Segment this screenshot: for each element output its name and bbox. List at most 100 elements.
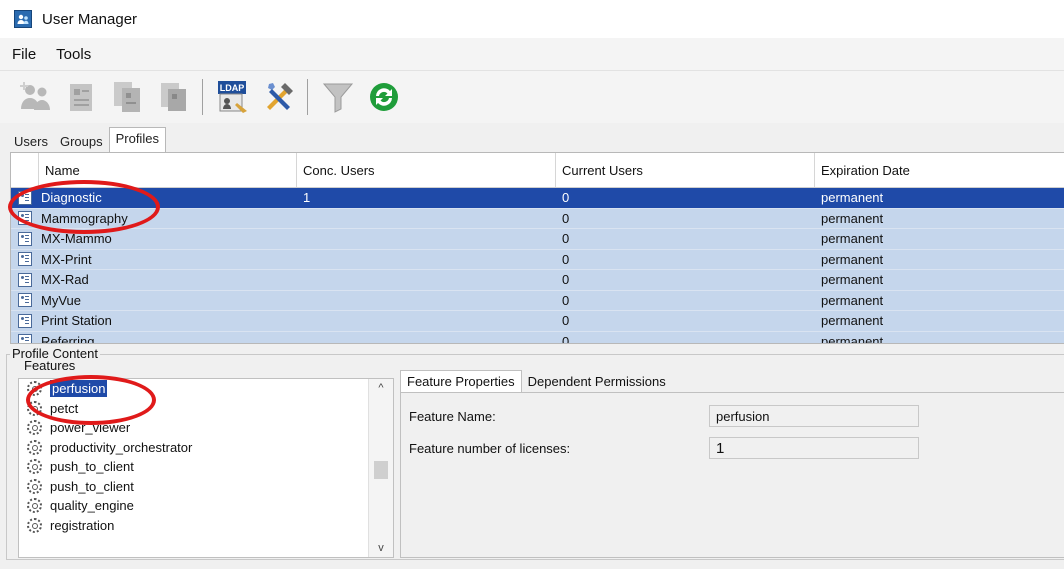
cell-expiration-date: permanent [821,251,884,267]
cell-conc-users [297,291,556,311]
gear-icon [27,517,42,533]
cell-name: MX-Rad [41,272,89,288]
cell-conc-users: 1 [303,190,311,206]
cell-current-users: 0 [562,292,570,308]
feature-item[interactable]: productivity_orchestrator [19,438,393,458]
cell-current-users: 0 [562,313,570,329]
cell-conc-users [297,332,556,344]
feature-name-field[interactable]: perfusion [709,405,919,427]
table-row[interactable]: MyVue 0 permanent [11,290,1064,311]
table-row[interactable]: Print Station 0 permanent [11,311,1064,332]
tab-profiles[interactable]: Profiles [108,127,166,152]
svg-text:LDAP: LDAP [220,83,245,93]
cell-current-users: 0 [562,333,570,344]
profile-icon [11,291,39,311]
tab-feature-properties[interactable]: Feature Properties [400,370,522,392]
profiles-table: Name Conc. Users Current Users Expiratio… [10,152,1064,344]
window-title: User Manager [42,10,138,28]
cell-name: MyVue [41,292,81,308]
profile-content-panel: Profile Content Features perfusion petct p… [4,346,1064,560]
cell-current-users: 0 [562,210,570,226]
annotation-circle-diagnostic [8,180,160,234]
feature-label: push_to_client [50,459,134,475]
column-header-current-users[interactable]: Current Users [556,153,815,187]
title-bar: User Manager [0,0,1064,38]
cell-current-users: 0 [562,251,570,267]
scroll-down-arrow[interactable]: v [369,539,393,557]
feature-label: productivity_orchestrator [50,439,193,455]
profile-card-icon [18,334,32,343]
header-icon-column [11,153,39,187]
profile-icon [11,270,39,290]
feature-item[interactable]: push_to_client [19,457,393,477]
profile-icon [11,311,39,331]
cell-conc-users [297,209,556,229]
profile-card-icon [18,252,32,267]
cell-expiration-date: permanent [821,333,884,344]
profile-icon [11,250,39,270]
toolbar-separator-2 [307,79,308,115]
cell-expiration-date: permanent [821,231,884,247]
profile-card-icon [18,313,32,328]
feature-label: registration [50,517,115,533]
scroll-up-arrow[interactable]: ^ [369,379,393,397]
features-label: Features [24,358,76,373]
gear-icon [27,498,42,514]
menu-bar: File Tools [0,38,1064,71]
feature-tabs: Feature Properties Dependent Permissions [400,368,1064,392]
tab-groups[interactable]: Groups [54,131,109,152]
main-tabs: Users Groups Profiles [8,127,166,152]
status-bar [0,560,1064,569]
scroll-thumb[interactable] [374,461,388,479]
licenses-field[interactable]: 1 [709,437,919,459]
profile-icon [11,229,39,249]
delete-icon[interactable] [154,77,194,117]
feature-item[interactable]: push_to_client [19,477,393,497]
feature-label: quality_engine [50,498,134,514]
gear-icon [27,478,42,494]
cell-current-users: 0 [562,190,570,206]
add-user-icon[interactable] [16,77,56,117]
gear-icon [27,439,42,455]
cell-expiration-date: permanent [821,292,884,308]
features-scrollbar[interactable]: ^ v [368,379,393,557]
cell-expiration-date: permanent [821,210,884,226]
table-row[interactable]: Mammography 0 permanent [11,208,1064,229]
table-row[interactable]: MX-Print 0 permanent [11,249,1064,270]
feature-details-panel: Feature Properties Dependent Permissions… [400,368,1064,558]
toolbar-separator [202,79,203,115]
menu-tools[interactable]: Tools [54,44,93,65]
tools-icon[interactable] [259,77,299,117]
cell-current-users: 0 [562,231,570,247]
gear-icon [27,420,42,436]
feature-properties-body: Feature Name: perfusion Feature number o… [400,392,1064,558]
table-row[interactable]: Diagnostic 1 0 permanent [11,188,1064,209]
filter-icon[interactable] [318,77,358,117]
feature-item[interactable]: quality_engine [19,496,393,516]
cell-name: MX-Print [41,251,92,267]
edit-profile-icon[interactable] [62,77,102,117]
table-row[interactable]: MX-Rad 0 permanent [11,270,1064,291]
cell-name: Print Station [41,313,112,329]
app-icon [14,10,32,28]
cell-expiration-date: permanent [821,190,884,206]
cell-conc-users [297,229,556,249]
tab-users[interactable]: Users [8,131,54,152]
cell-expiration-date: permanent [821,272,884,288]
profile-card-icon [18,293,32,308]
table-header: Name Conc. Users Current Users Expiratio… [11,153,1064,188]
table-row[interactable]: MX-Mammo 0 permanent [11,229,1064,250]
cell-expiration-date: permanent [821,313,884,329]
feature-name-label: Feature Name: [409,409,496,424]
ldap-icon[interactable]: LDAP [213,77,253,117]
table-row[interactable]: Referring 0 permanent [11,331,1064,344]
column-header-conc-users[interactable]: Conc. Users [297,153,556,187]
copy-icon[interactable] [108,77,148,117]
refresh-icon[interactable] [364,77,404,117]
column-header-expiration-date[interactable]: Expiration Date [815,153,1064,187]
menu-file[interactable]: File [10,44,38,65]
tab-dependent-permissions[interactable]: Dependent Permissions [522,371,672,392]
cell-conc-users [297,311,556,331]
profile-icon [11,332,39,343]
feature-item[interactable]: registration [19,516,393,536]
